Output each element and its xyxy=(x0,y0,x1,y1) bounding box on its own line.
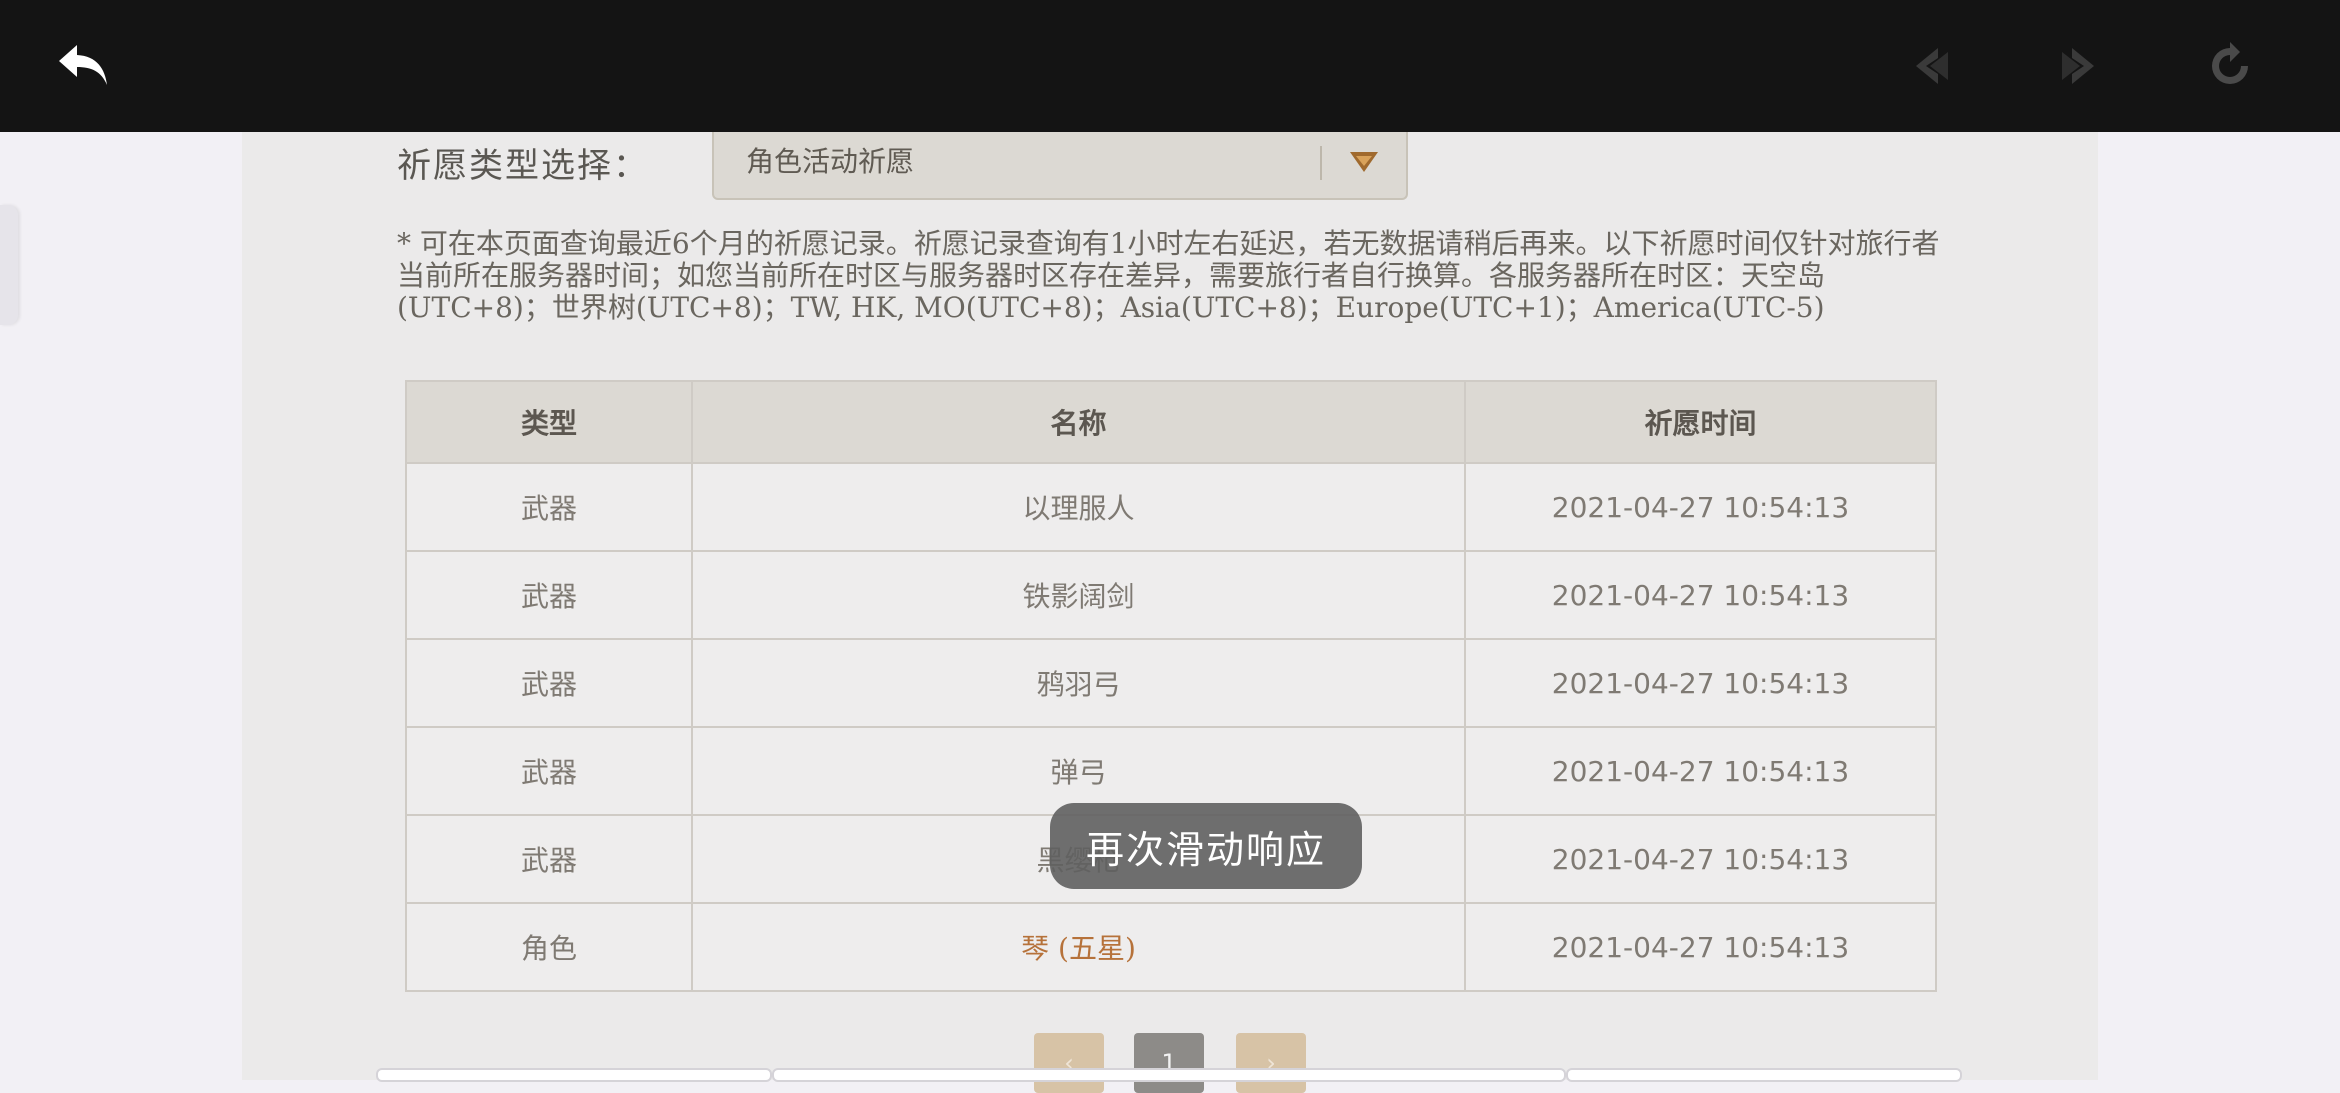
nav-forward-icon[interactable] xyxy=(2050,36,2110,96)
toast-message: 再次滑动响应 xyxy=(1050,803,1362,889)
cell-type: 武器 xyxy=(405,814,693,904)
cell-name: 琴 (五星) xyxy=(691,902,1466,992)
wish-history-panel: 祈愿类型选择： 角色活动祈愿 * 可在本页面查询最近6个月的祈愿记录。祈愿记录查… xyxy=(242,132,2098,1080)
cell-type: 角色 xyxy=(405,902,693,992)
table-row: 武器 弹弓 2021-04-27 10:54:13 xyxy=(405,726,1937,816)
cell-time: 2021-04-27 10:54:13 xyxy=(1464,814,1937,904)
table-row: 武器 铁影阔剑 2021-04-27 10:54:13 xyxy=(405,550,1937,640)
cell-time: 2021-04-27 10:54:13 xyxy=(1464,726,1937,816)
table-header-row: 类型 名称 祈愿时间 xyxy=(405,380,1937,464)
cell-time: 2021-04-27 10:54:13 xyxy=(1464,462,1937,552)
cell-type: 武器 xyxy=(405,726,693,816)
table-row: 武器 以理服人 2021-04-27 10:54:13 xyxy=(405,462,1937,552)
header-name: 名称 xyxy=(691,380,1466,464)
cell-name: 鸦羽弓 xyxy=(691,638,1466,728)
header-time: 祈愿时间 xyxy=(1464,380,1937,464)
refresh-icon[interactable] xyxy=(2200,36,2260,96)
cell-time: 2021-04-27 10:54:13 xyxy=(1464,550,1937,640)
wish-records-table: 类型 名称 祈愿时间 武器 以理服人 2021-04-27 10:54:13 武… xyxy=(405,380,1937,992)
cell-time: 2021-04-27 10:54:13 xyxy=(1464,638,1937,728)
dropdown-arrow-icon[interactable] xyxy=(1344,142,1384,182)
nav-back-icon[interactable] xyxy=(1900,36,1960,96)
cell-name: 以理服人 xyxy=(691,462,1466,552)
pager-next-button[interactable]: › xyxy=(1236,1033,1306,1093)
cell-time: 2021-04-27 10:54:13 xyxy=(1464,902,1937,992)
cell-type: 武器 xyxy=(405,638,693,728)
table-row: 武器 鸦羽弓 2021-04-27 10:54:13 xyxy=(405,638,1937,728)
cell-name: 铁影阔剑 xyxy=(691,550,1466,640)
cell-name: 弹弓 xyxy=(691,726,1466,816)
back-arrow-icon[interactable] xyxy=(53,36,113,96)
wish-type-select[interactable]: 角色活动祈愿 xyxy=(712,132,1408,200)
pager-prev-button[interactable]: ‹ xyxy=(1034,1033,1104,1093)
wish-type-selected-value: 角色活动祈愿 xyxy=(746,145,915,178)
top-bar xyxy=(0,0,2340,132)
header-type: 类型 xyxy=(405,380,693,464)
cell-type: 武器 xyxy=(405,550,693,640)
side-drawer-handle[interactable] xyxy=(0,205,18,325)
wish-type-label: 祈愿类型选择： xyxy=(397,146,649,186)
pager-current-page[interactable]: 1 xyxy=(1134,1033,1204,1093)
notice-text: * 可在本页面查询最近6个月的祈愿记录。祈愿记录查询有1小时左右延迟，若无数据请… xyxy=(397,227,1940,324)
cell-type: 武器 xyxy=(405,462,693,552)
table-row: 角色 琴 (五星) 2021-04-27 10:54:13 xyxy=(405,902,1937,992)
select-divider xyxy=(1320,146,1322,180)
